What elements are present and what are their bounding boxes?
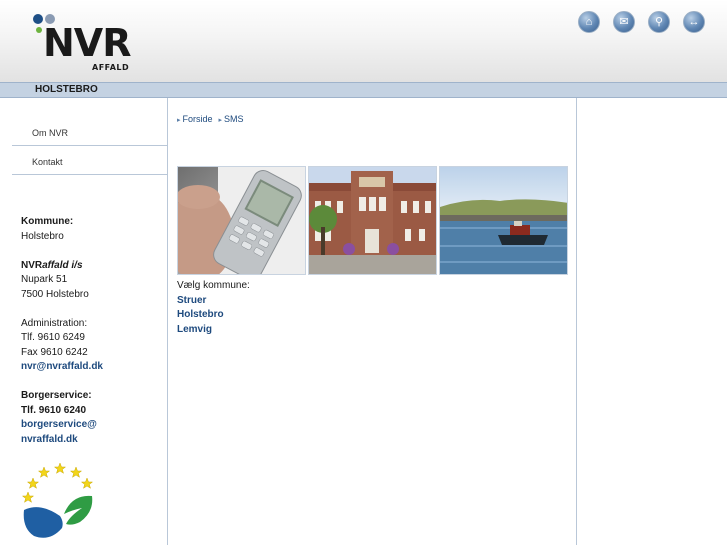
service-email-link-1[interactable]: borgerservice@ bbox=[21, 419, 97, 430]
sidebar-item-om-nvr[interactable]: Om NVR bbox=[12, 117, 167, 146]
breadcrumb-item-forside[interactable]: ▸ Forside bbox=[177, 114, 213, 124]
logo-dot-blue bbox=[33, 14, 43, 24]
admin-heading: Administration: bbox=[21, 317, 88, 329]
home-icon[interactable]: ⌂ bbox=[578, 11, 600, 33]
location-bar: HOLSTEBRO bbox=[0, 82, 727, 98]
site-header: NVR AFFALD ⌂ ✉ ⚲ ↔ bbox=[0, 0, 727, 82]
sidebar-item-kontakt[interactable]: Kontakt bbox=[12, 146, 167, 175]
service-heading: Borgerservice: bbox=[21, 390, 92, 401]
mobile-phone-photo bbox=[177, 166, 306, 275]
nvr-logo[interactable]: NVR AFFALD bbox=[30, 10, 131, 76]
company-name: NVRaffald i/s bbox=[21, 259, 83, 271]
municipality-link-lemvig[interactable]: Lemvig bbox=[177, 323, 250, 338]
city-address: 7500 Holstebro bbox=[21, 288, 89, 300]
street-address: Nupark 51 bbox=[21, 274, 68, 285]
sitemap-icon[interactable]: ↔ bbox=[683, 11, 705, 33]
photo-strip bbox=[177, 166, 568, 275]
breadcrumb-link-sms[interactable]: SMS bbox=[224, 114, 244, 124]
sidebar-nav: Om NVR Kontakt bbox=[12, 117, 167, 175]
logo-text: NVR bbox=[43, 21, 131, 65]
municipality-link-holstebro[interactable]: Holstebro bbox=[177, 308, 250, 323]
choose-municipality: Vælg kommune: Struer Holstebro Lemvig bbox=[177, 279, 250, 337]
top-icon-bar: ⌂ ✉ ⚲ ↔ bbox=[578, 11, 705, 33]
breadcrumb-arrow-icon: ▸ bbox=[177, 117, 181, 124]
location-label: HOLSTEBRO bbox=[35, 84, 98, 95]
breadcrumb-arrow-icon: ▸ bbox=[218, 117, 223, 124]
harbour-boat-photo bbox=[439, 166, 568, 275]
eu-ecolabel-logo bbox=[20, 462, 96, 540]
column-divider-right bbox=[576, 98, 577, 545]
municipality-link-struer[interactable]: Struer bbox=[177, 294, 250, 309]
town-hall-photo bbox=[308, 166, 437, 275]
logo-dot-green bbox=[36, 27, 42, 33]
service-phone: Tlf. 9610 6240 bbox=[21, 404, 87, 416]
contact-info: Kommune: Holstebro NVRaffald i/s Nupark … bbox=[21, 215, 161, 447]
search-icon[interactable]: ⚲ bbox=[648, 11, 670, 33]
logo-subtext: AFFALD bbox=[92, 63, 130, 72]
admin-fax: Fax 9610 6242 bbox=[21, 346, 88, 358]
choose-label: Vælg kommune: bbox=[177, 280, 250, 291]
admin-phone: Tlf. 9610 6249 bbox=[21, 332, 85, 343]
kommune-heading: Kommune: bbox=[21, 216, 74, 227]
breadcrumb-item-sms[interactable]: ▸ SMS bbox=[219, 114, 244, 124]
service-email-link-2[interactable]: nvraffald.dk bbox=[21, 434, 78, 445]
breadcrumb: ▸ Forside ▸ SMS bbox=[177, 114, 244, 124]
breadcrumb-link-forside[interactable]: Forside bbox=[183, 114, 213, 124]
admin-email-link[interactable]: nvr@nvraffald.dk bbox=[21, 361, 103, 372]
kommune-name: Holstebro bbox=[21, 230, 64, 242]
mail-icon[interactable]: ✉ bbox=[613, 11, 635, 33]
column-divider-left bbox=[167, 98, 168, 545]
